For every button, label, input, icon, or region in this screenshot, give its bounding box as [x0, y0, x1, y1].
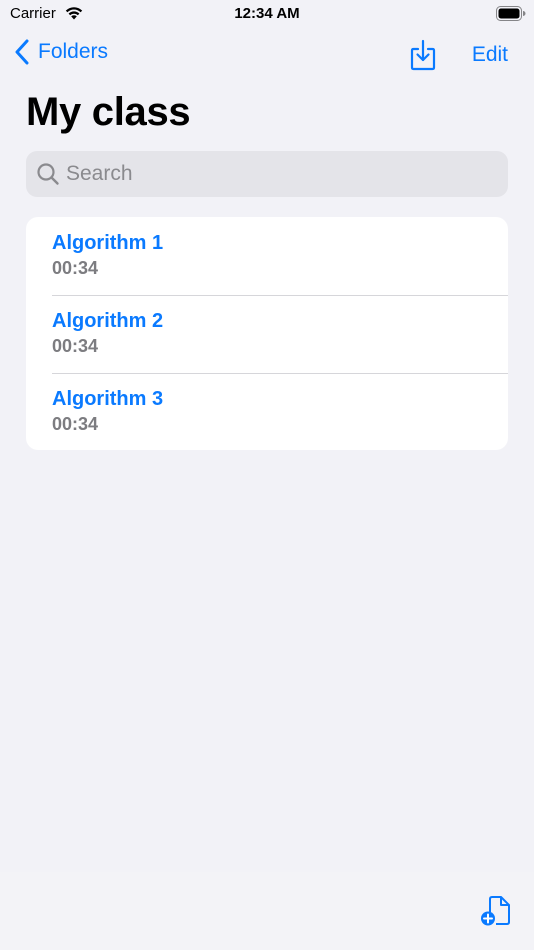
navigation-bar: Folders Edit [0, 36, 534, 76]
search-input[interactable] [66, 162, 486, 186]
item-duration: 00:34 [52, 258, 99, 278]
back-button[interactable]: Folders [14, 39, 108, 65]
item-title: Algorithm 2 [52, 310, 164, 332]
page-title: My class [26, 90, 191, 134]
item-title: Algorithm 3 [52, 388, 164, 410]
edit-button[interactable]: Edit [472, 43, 508, 67]
list-item[interactable]: Algorithm 1 00:34 [26, 217, 508, 295]
screen: Carrier 12:34 AM Folders Edit My class S… [0, 0, 534, 950]
items-list: Algorithm 1 00:34 Algorithm 2 00:34 Algo… [26, 217, 508, 450]
item-duration: 00:34 [52, 414, 99, 434]
tray-arrow-down-icon[interactable] [409, 39, 437, 71]
list-item[interactable]: Algorithm 3 00:34 [26, 373, 508, 450]
item-duration: 00:34 [52, 336, 99, 356]
battery-icon [496, 6, 526, 21]
item-title: Algorithm 1 [52, 232, 164, 254]
back-button-label: Folders [38, 40, 109, 63]
status-bar: Carrier 12:34 AM [0, 0, 534, 28]
list-item[interactable]: Algorithm 2 00:34 [26, 295, 508, 373]
magnifying-glass-icon [37, 163, 59, 185]
chevron-left-icon [15, 39, 29, 65]
new-document-icon[interactable] [478, 894, 512, 928]
status-time: 12:34 AM [234, 5, 300, 22]
bottom-toolbar [0, 872, 534, 950]
search-field[interactable] [26, 151, 508, 197]
